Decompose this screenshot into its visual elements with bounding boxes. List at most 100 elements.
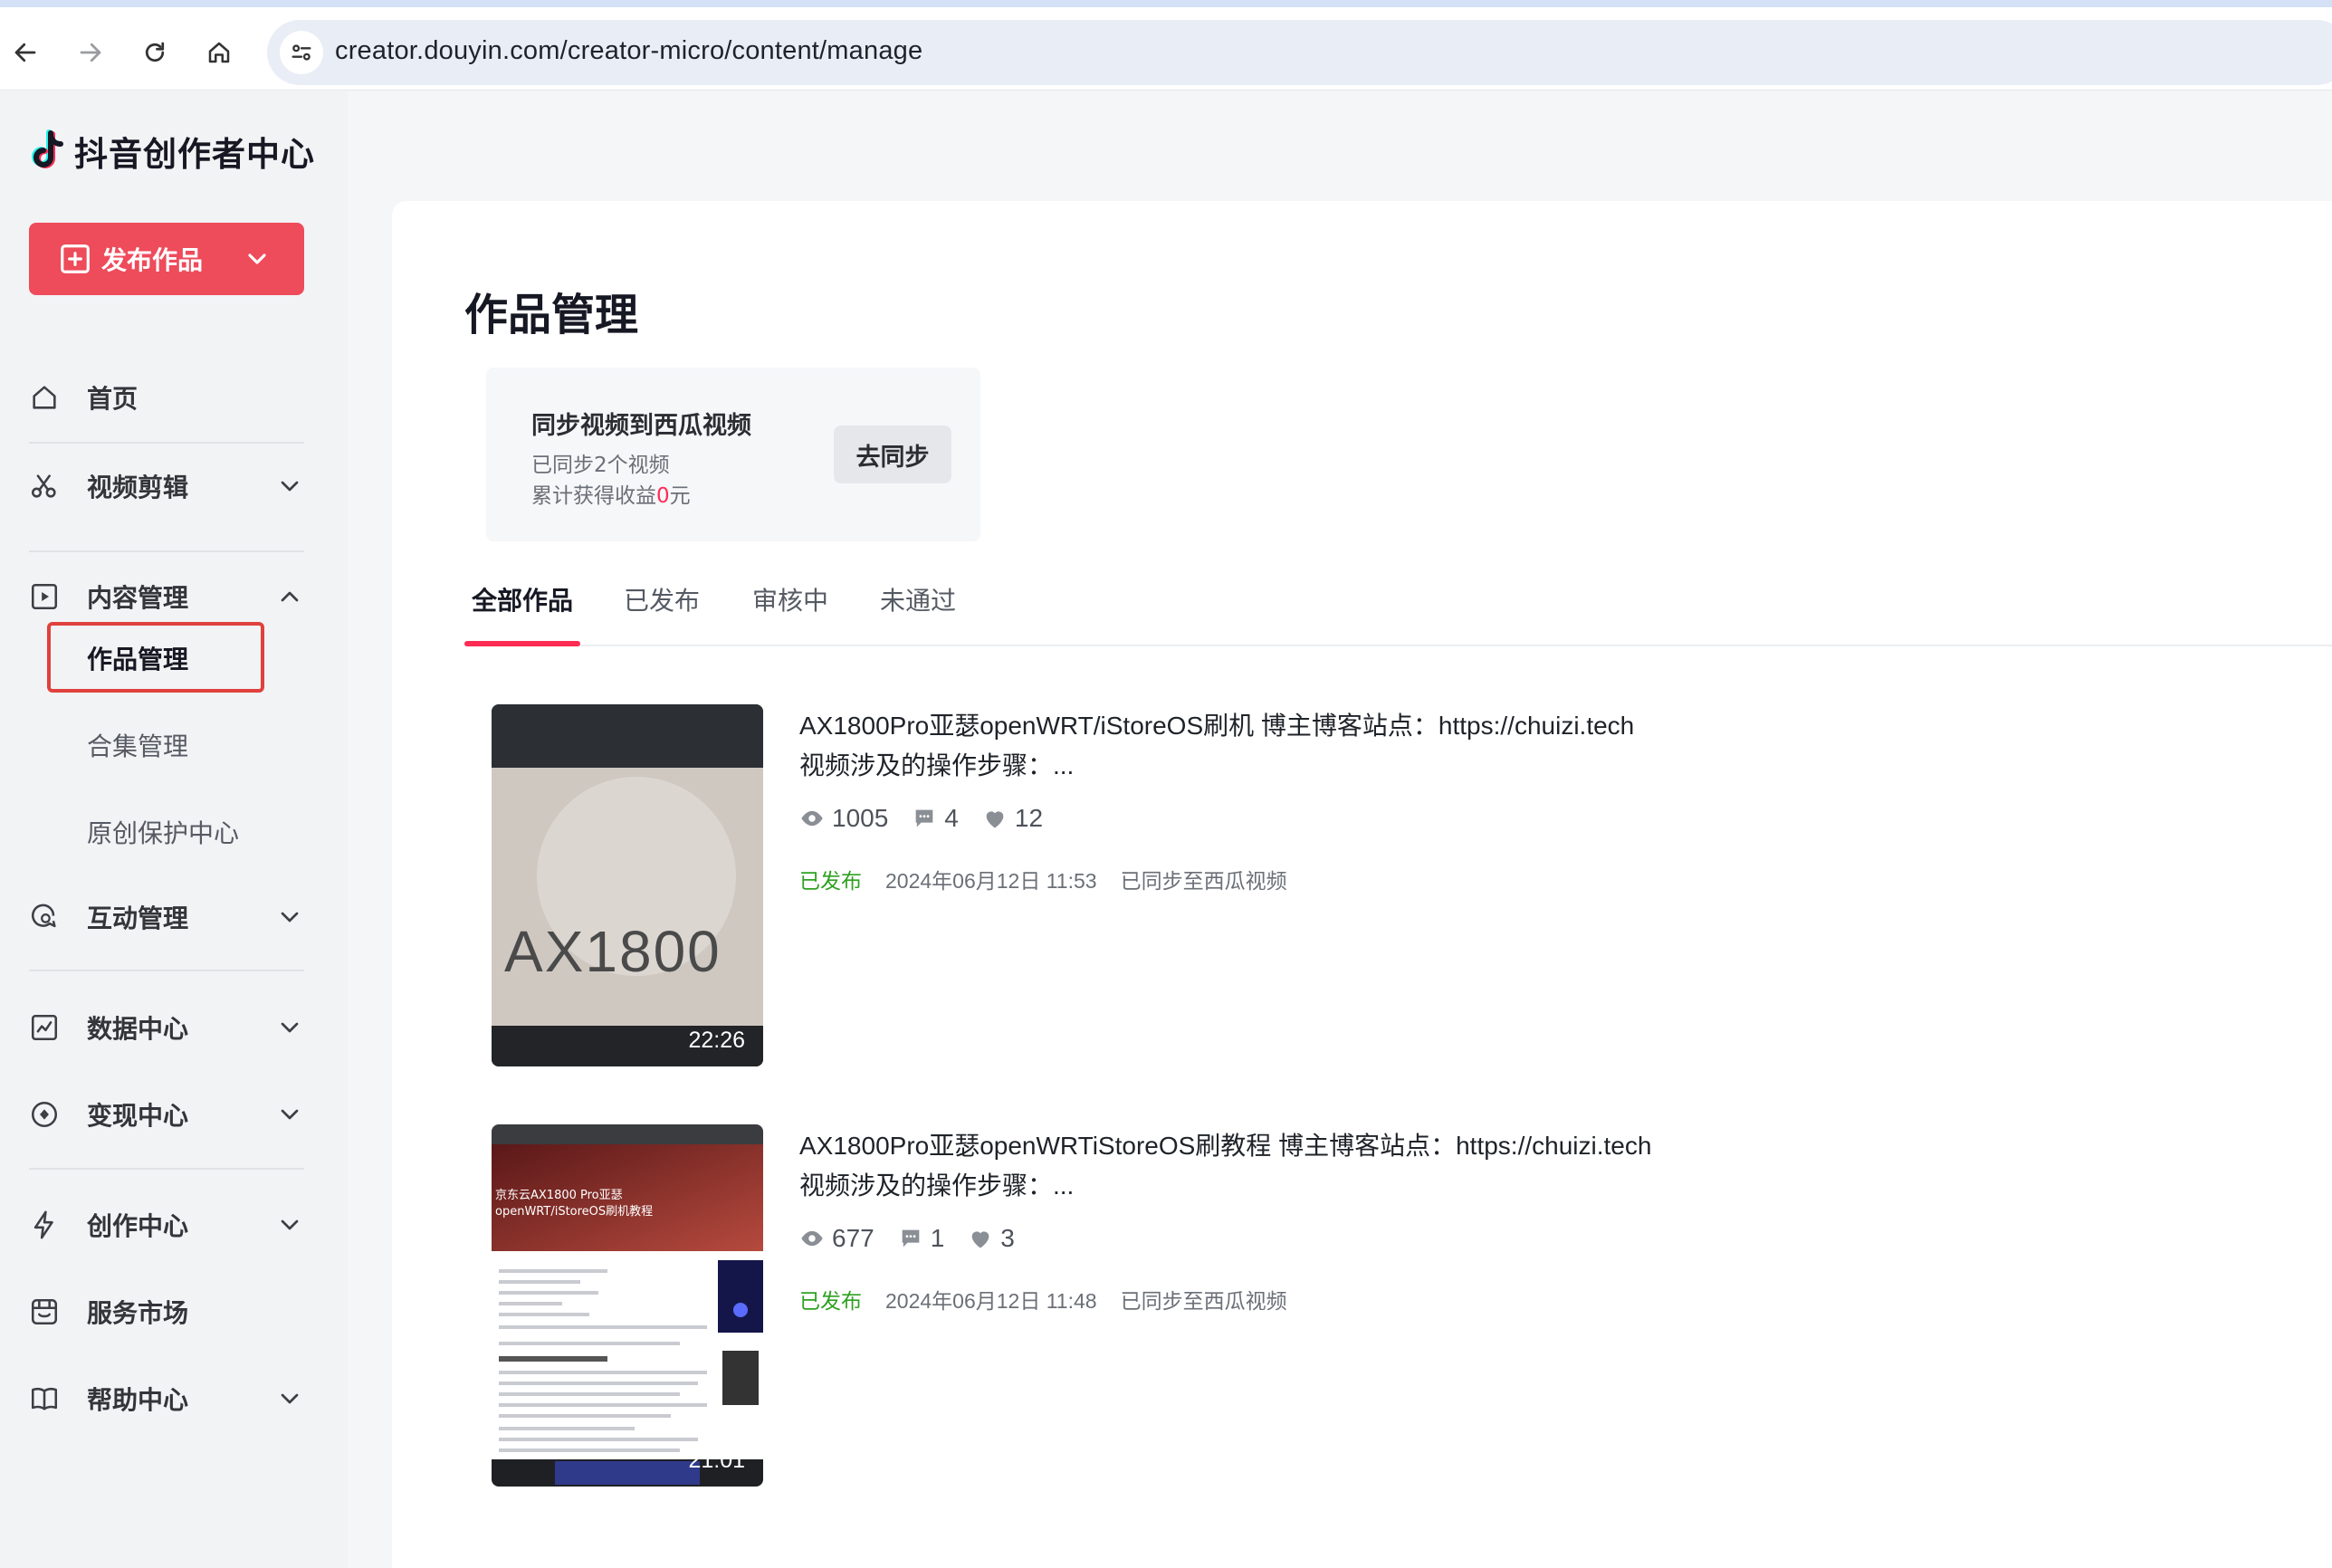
chevron-down-icon[interactable] [243,244,272,273]
lightning-icon [33,1210,53,1239]
chevron-down-icon [281,1219,299,1230]
sidebar-subitem-label: 作品管理 [87,645,189,674]
sidebar-item-label: 互动管理 [87,904,189,933]
scissors-icon [31,474,56,498]
sync-title: 同步视频到西瓜视频 [531,412,751,440]
view-count: 677 [799,1224,874,1253]
chevron-down-icon [281,912,299,923]
sidebar-item-content-manage[interactable]: 内容管理 [29,569,304,624]
view-count: 1005 [799,804,888,833]
work-meta: 已发布 2024年06月12日 11:53 已同步至西瓜视频 [799,864,1287,894]
sidebar-divider [29,970,304,971]
eye-icon [801,810,823,827]
work-meta: 已发布 2024年06月12日 11:48 已同步至西瓜视频 [799,1284,1287,1315]
sidebar-item-monetize[interactable]: 变现中心 [29,1087,304,1142]
eye-icon [801,1230,823,1247]
sidebar-item-label: 首页 [87,384,139,414]
tab-published[interactable]: 已发布 [624,581,700,617]
chevron-down-icon [281,1022,299,1033]
sidebar-item-data-center[interactable]: 数据中心 [29,1000,304,1055]
comment-icon [902,1229,920,1248]
heart-icon [971,1231,989,1248]
chevron-up-icon [281,591,299,602]
add-square-icon [61,244,90,273]
sidebar-item-label: 创作中心 [87,1211,189,1241]
work-stats: 677 1 3 [799,1222,1038,1255]
chevron-down-icon [281,481,299,492]
earnings-value: 0 [656,484,670,508]
site-settings-icon[interactable] [280,31,323,74]
browser-top-strip [0,0,2332,7]
sidebar-item-home[interactable]: 首页 [29,370,304,425]
thumbnail-text: AX1800 [504,919,722,984]
publish-date: 2024年06月12日 11:53 [885,869,1097,893]
sidebar-divider [29,1168,304,1170]
publish-work-label: 发布作品 [101,245,204,275]
sidebar: 抖音创作者中心 发布作品 首页 视频剪辑 内容管理 作品管理 合集管理 原创保护… [0,91,348,1568]
sidebar-item-label: 服务市场 [87,1298,189,1328]
douyin-logo-icon [32,129,63,168]
like-count: 12 [982,804,1043,833]
comment-count: 4 [912,804,959,833]
address-bar[interactable]: creator.douyin.com/creator-micro/content… [267,20,2332,85]
work-title[interactable]: AX1800Pro亚瑟openWRT/iStoreOS刷机 博主博客站点：htt… [799,706,1705,786]
sidebar-item-interaction[interactable]: 互动管理 [29,890,304,944]
back-icon[interactable] [7,34,43,71]
like-count: 3 [968,1224,1015,1253]
sidebar-item-label: 变现中心 [87,1101,189,1131]
thumbnail-text: 京东云AX1800 Pro亚瑟openWRT/iStoreOS刷机教程 [495,1189,654,1219]
comment-icon [915,809,933,827]
page-title: 作品管理 [464,290,639,340]
sync-status: 已同步至西瓜视频 [1120,870,1287,894]
tab-all-works[interactable]: 全部作品 [472,581,573,617]
sidebar-divider [29,550,304,552]
app-logo[interactable]: 抖音创作者中心 [27,126,315,177]
video-duration: 21:01 [688,1448,745,1473]
comment-count: 1 [898,1224,944,1253]
video-thumbnail[interactable]: AX1800 22:26 [492,704,763,1066]
status-badge: 已发布 [799,1290,862,1314]
browser-toolbar: creator.douyin.com/creator-micro/content… [0,7,2332,91]
sidebar-item-label: 帮助中心 [87,1385,189,1415]
video-thumbnail[interactable]: 京东云AX1800 Pro亚瑟openWRT/iStoreOS刷机教程 21:0… [492,1124,763,1487]
sync-status: 已同步至西瓜视频 [1120,1290,1287,1314]
publish-date: 2024年06月12日 11:48 [885,1289,1097,1313]
home-icon[interactable] [201,34,237,71]
play-square-icon [31,583,58,610]
sidebar-subitem-collections[interactable]: 合集管理 [87,727,188,763]
tab-rejected[interactable]: 未通过 [880,581,956,617]
sidebar-item-service-market[interactable]: 服务市场 [29,1285,304,1339]
tab-reviewing[interactable]: 审核中 [752,581,828,617]
sync-count: 已同步2个视频 [531,454,670,477]
chevron-down-icon [281,1109,299,1120]
publish-work-button[interactable]: 发布作品 [29,223,304,295]
forward-icon[interactable] [72,34,109,71]
heart-icon [986,811,1004,828]
sidebar-subitem-works-manage[interactable]: 作品管理 [47,622,264,693]
work-stats: 1005 4 12 [799,802,1066,835]
sidebar-item-label: 数据中心 [87,1014,189,1044]
status-badge: 已发布 [799,870,862,894]
sidebar-item-label: 内容管理 [87,583,189,613]
work-item: 京东云AX1800 Pro亚瑟openWRT/iStoreOS刷机教程 21:0… [492,1124,2121,1487]
active-tab-indicator [464,641,580,646]
sync-earnings: 累计获得收益0元 [531,484,691,508]
webpage-screenshot-image [492,1124,763,1487]
chart-icon [31,1014,58,1041]
work-title[interactable]: AX1800Pro亚瑟openWRTiStoreOS刷教程 博主博客站点：htt… [799,1126,1705,1206]
main-panel: 作品管理 同步视频到西瓜视频 已同步2个视频 累计获得收益0元 去同步 全部作品… [392,201,2332,1568]
coin-icon [31,1101,58,1128]
sidebar-item-creation-center[interactable]: 创作中心 [29,1198,304,1252]
chevron-down-icon [281,1393,299,1404]
reload-icon[interactable] [137,34,173,71]
book-icon [31,1387,58,1410]
work-item: AX1800 22:26 AX1800Pro亚瑟openWRT/iStoreOS… [492,704,2121,1066]
sidebar-item-label: 视频剪辑 [87,473,189,502]
url-text[interactable]: creator.douyin.com/creator-micro/content… [335,36,922,66]
shop-icon [31,1298,58,1325]
sidebar-item-video-edit[interactable]: 视频剪辑 [29,459,304,513]
go-sync-button[interactable]: 去同步 [834,425,951,483]
router-box-image [492,704,763,1066]
sidebar-subitem-original-protection[interactable]: 原创保护中心 [87,814,239,850]
sidebar-item-help-center[interactable]: 帮助中心 [29,1372,304,1426]
